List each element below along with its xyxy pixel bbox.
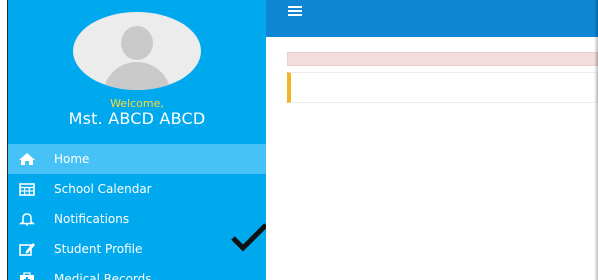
bell-icon	[18, 212, 36, 226]
home-icon	[18, 152, 36, 166]
sidebar-item-label: Home	[54, 152, 90, 166]
avatar-body-shape	[103, 62, 171, 90]
window-edge	[0, 0, 8, 280]
medical-icon	[18, 272, 36, 280]
alert-bar	[287, 52, 598, 66]
edit-icon	[18, 242, 36, 256]
top-navbar	[266, 0, 598, 37]
window-shadow	[594, 0, 598, 280]
avatar[interactable]	[73, 12, 201, 90]
sidebar-item-student-profile[interactable]: Student Profile	[8, 234, 266, 264]
sidebar-item-medical-records[interactable]: Medical Records	[8, 264, 266, 280]
sidebar-item-notifications[interactable]: Notifications	[8, 204, 266, 234]
sidebar-item-label: Student Profile	[54, 242, 143, 256]
sidebar-item-label: Medical Records	[54, 272, 152, 280]
avatar-head-shape	[121, 26, 153, 60]
sidebar-item-label: School Calendar	[54, 182, 152, 196]
content-panel	[287, 72, 598, 103]
sidebar-item-home[interactable]: Home	[8, 144, 266, 174]
hamburger-icon[interactable]	[288, 6, 302, 16]
sidebar-item-school-calendar[interactable]: School Calendar	[8, 174, 266, 204]
calendar-icon	[18, 182, 36, 196]
sidebar-nav: Home School Calendar Notifications Stude…	[8, 144, 266, 280]
app-window: Welcome, Mst. ABCD ABCD Home School Cale…	[0, 0, 598, 280]
user-name: Mst. ABCD ABCD	[68, 109, 206, 128]
sidebar-item-label: Notifications	[54, 212, 130, 226]
sidebar: Welcome, Mst. ABCD ABCD Home School Cale…	[8, 0, 266, 280]
checkmark-icon	[231, 223, 266, 252]
